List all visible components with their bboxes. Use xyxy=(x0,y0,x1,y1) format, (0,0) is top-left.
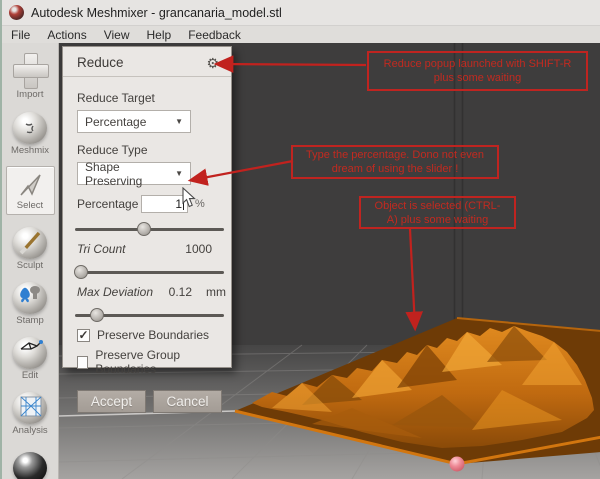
note-line: A) plus some waiting xyxy=(361,213,514,227)
percentage-value: 1 xyxy=(175,197,182,211)
sphere-face-icon xyxy=(13,112,47,144)
sphere-wireframe-icon xyxy=(13,337,47,369)
tool-label: Select xyxy=(17,200,43,211)
tri-count-slider[interactable] xyxy=(75,265,224,279)
preserve-boundaries-label: Preserve Boundaries xyxy=(97,328,209,342)
transform-handle-sphere[interactable] xyxy=(450,457,465,472)
sidebar-item-shaders[interactable]: Shaders xyxy=(4,449,57,479)
reduce-target-value: Percentage xyxy=(85,115,146,129)
note-line: Reduce popup launched with SHIFT-R xyxy=(369,57,586,71)
percentage-label: Percentage xyxy=(77,197,141,211)
mouse-cursor-icon xyxy=(182,187,198,209)
menu-view[interactable]: View xyxy=(104,28,130,42)
annotation-note-percentage: Type the percentage. Dono not even dream… xyxy=(291,145,499,179)
note-line: dream of using the slider ! xyxy=(293,162,497,176)
sphere-mesh-icon xyxy=(13,392,47,424)
sidebar-item-select[interactable]: Select xyxy=(6,166,55,215)
max-deviation-unit: mm xyxy=(206,285,226,299)
reduce-target-dropdown[interactable]: Percentage ▼ xyxy=(77,110,191,133)
window-title: Autodesk Meshmixer - grancanaria_model.s… xyxy=(31,6,282,20)
reduce-type-dropdown[interactable]: Shape Preserving ▼ xyxy=(77,162,191,185)
tri-count-value: 1000 xyxy=(185,242,212,256)
max-deviation-slider[interactable] xyxy=(75,308,224,322)
checkbox-checked-icon[interactable]: ✓ xyxy=(77,329,90,342)
cancel-button[interactable]: Cancel xyxy=(153,390,222,413)
sphere-chisel-icon xyxy=(13,227,47,259)
annotation-note-shift-r: Reduce popup launched with SHIFT-R plus … xyxy=(367,51,588,91)
menu-help[interactable]: Help xyxy=(147,28,172,42)
accept-button[interactable]: Accept xyxy=(77,390,146,413)
preserve-boundaries-row[interactable]: ✓ Preserve Boundaries xyxy=(77,328,222,342)
dark-sphere-icon xyxy=(13,452,47,479)
meshmixer-logo-icon xyxy=(9,5,24,20)
sidebar-item-edit[interactable]: Edit xyxy=(4,334,57,381)
slider-thumb[interactable] xyxy=(137,222,151,236)
reduce-type-value: Shape Preserving xyxy=(85,160,175,188)
checkbox-unchecked-icon[interactable] xyxy=(77,356,88,369)
note-line: Type the percentage. Dono not even xyxy=(293,148,497,162)
chevron-down-icon: ▼ xyxy=(175,117,183,126)
max-deviation-label: Max Deviation xyxy=(77,285,153,299)
tool-label: Import xyxy=(17,89,44,100)
gear-icon[interactable]: ⚙ xyxy=(206,56,219,70)
preserve-group-boundaries-row[interactable]: Preserve Group Boundaries xyxy=(77,348,222,376)
note-line: Object is selected (CTRL- xyxy=(361,199,514,213)
tool-label: Stamp xyxy=(16,315,43,326)
reduce-target-label: Reduce Target xyxy=(77,91,222,105)
sidebar-item-analysis[interactable]: Analysis xyxy=(4,389,57,436)
menu-file[interactable]: File xyxy=(11,28,30,42)
reduce-dialog-header: Reduce ⚙ xyxy=(63,47,231,77)
tri-count-label: Tri Count xyxy=(77,242,125,256)
tool-label: Edit xyxy=(22,370,38,381)
chevron-down-icon: ▼ xyxy=(175,169,183,178)
dialog-title: Reduce xyxy=(77,55,124,70)
note-line: plus some waiting xyxy=(369,71,586,85)
menu-feedback[interactable]: Feedback xyxy=(188,28,241,42)
reduce-dialog: Reduce ⚙ Reduce Target Percentage ▼ Redu… xyxy=(62,46,232,368)
sidebar-item-stamp[interactable]: Stamp xyxy=(4,279,57,326)
tool-label: Analysis xyxy=(12,425,47,436)
sidebar-item-meshmix[interactable]: Meshmix xyxy=(4,109,57,156)
sidebar-item-import[interactable]: Import xyxy=(4,49,57,100)
title-bar[interactable]: Autodesk Meshmixer - grancanaria_model.s… xyxy=(2,0,600,26)
percentage-input[interactable]: 1 xyxy=(141,195,188,213)
max-deviation-value: 0.12 xyxy=(169,285,192,299)
sidebar-item-sculpt[interactable]: Sculpt xyxy=(4,224,57,271)
tool-label: Sculpt xyxy=(17,260,43,271)
annotation-note-selected: Object is selected (CTRL- A) plus some w… xyxy=(359,196,516,229)
plus-icon xyxy=(12,52,48,88)
cursor-arrow-icon xyxy=(15,171,45,199)
percentage-slider[interactable] xyxy=(75,222,224,236)
menu-actions[interactable]: Actions xyxy=(47,28,86,42)
preserve-group-boundaries-label: Preserve Group Boundaries xyxy=(95,348,222,376)
meshmixer-window: Autodesk Meshmixer - grancanaria_model.s… xyxy=(0,0,600,479)
tool-sidebar: Import Meshmix Select Sculpt xyxy=(2,43,59,479)
reduce-type-label: Reduce Type xyxy=(77,143,222,157)
slider-track xyxy=(75,271,224,274)
tool-label: Meshmix xyxy=(11,145,49,156)
slider-thumb[interactable] xyxy=(74,265,88,279)
slider-thumb[interactable] xyxy=(90,308,104,322)
sphere-fleur-icon xyxy=(13,282,47,314)
menu-bar: File Actions View Help Feedback xyxy=(2,26,600,43)
